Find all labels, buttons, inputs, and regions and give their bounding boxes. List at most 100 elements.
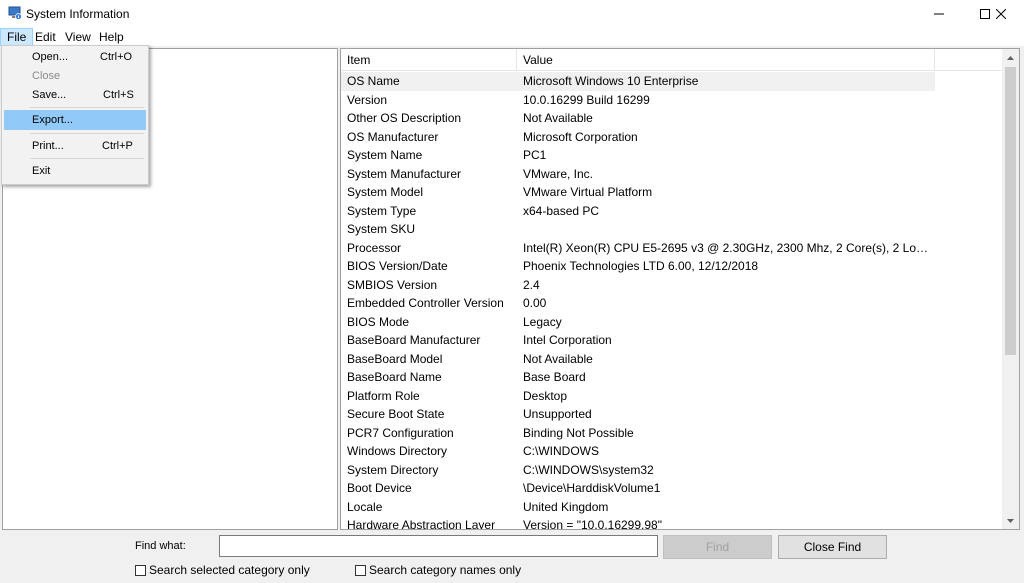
row-value-cell: Desktop [523, 388, 568, 403]
table-row[interactable]: Version 10.0.16299 Build 16299 [341, 91, 1005, 110]
menu-item-save[interactable]: Save... Ctrl+S [4, 85, 146, 105]
row-value-cell: 2.4 [523, 277, 540, 292]
table-row[interactable]: System SKU [341, 220, 1005, 239]
menu-item-print[interactable]: Print... Ctrl+P [4, 136, 146, 156]
row-value-cell: VMware Virtual Platform [523, 185, 653, 199]
checkbox-box[interactable] [355, 564, 366, 576]
row-value-cell: Not Available [523, 351, 593, 366]
menu-separator [30, 158, 144, 159]
row-item-cell: Secure Boot State [347, 407, 445, 421]
find-what-input[interactable] [219, 535, 658, 557]
column-header-item[interactable]: Item [341, 49, 517, 71]
row-item-cell: SMBIOS Version [347, 277, 438, 292]
table-row[interactable]: Locale United Kingdom [341, 498, 1005, 517]
file-menu-dropdown: Open... Ctrl+O Close Save... Ctrl+S Expo… [1, 45, 149, 185]
menu-item-open[interactable]: Open... Ctrl+O [4, 47, 146, 67]
row-item-cell: System Directory [347, 462, 439, 477]
row-item-cell: Platform Role [347, 388, 420, 403]
row-value-cell: C:\WINDOWS\system32 [523, 462, 654, 477]
menu-item-exit[interactable]: Exit [4, 161, 146, 181]
table-row[interactable]: Hardware Abstraction Layer Version = "10.… [341, 516, 1005, 530]
column-header-value[interactable]: Value [517, 49, 935, 71]
vertical-scrollbar[interactable] [1002, 49, 1019, 529]
row-item-cell: Processor [347, 240, 402, 255]
row-item-cell: Locale [347, 499, 383, 514]
search-category-names-label: Search category names only [369, 563, 522, 577]
row-value-cell: Unsupported [523, 407, 592, 421]
row-item-cell: System Model [347, 185, 424, 199]
row-item-cell: PCR7 Configuration [347, 425, 454, 440]
scrollbar-thumb[interactable] [1005, 67, 1016, 355]
row-value-cell: PC1 [523, 148, 547, 162]
table-row[interactable]: PCR7 Configuration Binding Not Possible [341, 424, 1005, 443]
row-value-cell: Intel(R) Xeon(R) CPU E5-2695 v3 @ 2.30GH… [523, 240, 933, 255]
row-item-cell: System Name [347, 148, 423, 162]
row-item-cell: BIOS Mode [347, 314, 410, 329]
table-row[interactable]: Boot Device \Device\HarddiskVolume1 [341, 479, 1005, 498]
menu-separator [30, 133, 144, 134]
list-header: Item Value [341, 49, 1005, 71]
table-row[interactable]: System Type x64-based PC [341, 202, 1005, 221]
menu-bar: File Edit View Help [0, 28, 1024, 46]
row-item-cell: System Type [347, 203, 417, 218]
table-row[interactable]: BaseBoard Name Base Board [341, 368, 1005, 387]
table-row[interactable]: Other OS Description Not Available [341, 109, 1005, 128]
row-item-cell: System Manufacturer [347, 166, 462, 181]
row-item-cell: BaseBoard Name [347, 370, 442, 384]
row-value-cell: 10.0.16299 Build 16299 [523, 92, 650, 107]
table-row[interactable]: Embedded Controller Version 0.00 [341, 294, 1005, 313]
row-item-cell: BIOS Version/Date [347, 259, 448, 273]
menu-item-export[interactable]: Export... [4, 110, 146, 130]
checkbox-box[interactable] [135, 564, 146, 576]
table-row[interactable]: Secure Boot State Unsupported [341, 405, 1005, 424]
title-bar: System Information [0, 0, 1024, 28]
table-row[interactable]: SMBIOS Version 2.4 [341, 276, 1005, 295]
table-row[interactable]: BaseBoard Manufacturer Intel Corporation [341, 331, 1005, 350]
menu-help[interactable]: Help [92, 28, 131, 46]
menu-item-close[interactable]: Close [4, 66, 146, 86]
table-row[interactable]: BaseBoard Model Not Available [341, 350, 1005, 369]
row-value-cell: Not Available [523, 111, 593, 125]
find-button[interactable]: Find [663, 535, 772, 559]
window-title: System Information [26, 7, 130, 21]
close-find-button[interactable]: Close Find [778, 535, 887, 559]
table-row[interactable]: BIOS Mode Legacy [341, 313, 1005, 332]
row-item-cell: Windows Directory [347, 444, 448, 458]
row-value-cell: 0.00 [523, 296, 547, 310]
row-value-cell: Base Board [523, 370, 586, 384]
row-value-cell: Microsoft Windows 10 Enterprise [523, 74, 699, 88]
table-row[interactable]: System Directory C:\WINDOWS\system32 [341, 461, 1005, 480]
scroll-up-arrow-icon[interactable] [1002, 49, 1019, 66]
list-rows: OS Name Microsoft Windows 10 Enterprise Ve… [341, 72, 1005, 530]
table-row[interactable]: Windows Directory C:\WINDOWS [341, 442, 1005, 461]
table-row[interactable]: System Name PC1 [341, 146, 1005, 165]
system-information-icon [8, 6, 22, 20]
row-value-cell: \Device\HarddiskVolume1 [523, 481, 661, 495]
search-selected-category-label: Search selected category only [149, 563, 310, 577]
table-row[interactable]: Platform Role Desktop [341, 387, 1005, 406]
row-item-cell: Hardware Abstraction Layer [347, 518, 496, 530]
table-row[interactable]: OS Name Microsoft Windows 10 Enterprise [341, 72, 935, 91]
table-row[interactable]: OS Manufacturer Microsoft Corporation [341, 128, 1005, 147]
close-button[interactable] [978, 0, 1024, 28]
row-value-cell: Microsoft Corporation [523, 129, 638, 144]
search-selected-category-checkbox[interactable]: Search selected category only [135, 563, 310, 577]
row-item-cell: OS Manufacturer [347, 129, 439, 144]
table-row[interactable]: System Manufacturer VMware, Inc. [341, 165, 1005, 184]
table-row[interactable]: Processor Intel(R) Xeon(R) CPU E5-2695 v3… [341, 239, 1005, 258]
row-value-cell: United Kingdom [523, 499, 609, 514]
row-value-cell: C:\WINDOWS [523, 444, 599, 458]
row-value-cell: Intel Corporation [523, 333, 612, 347]
row-item-cell: Version [347, 92, 388, 107]
row-item-cell: System SKU [347, 222, 416, 236]
details-list[interactable]: Item Value OS Name Microsoft Windows 10 E… [340, 48, 1020, 530]
table-row[interactable]: System Model VMware Virtual Platform [341, 183, 1005, 202]
minimize-button[interactable] [916, 0, 962, 28]
table-row[interactable]: BIOS Version/Date Phoenix Technologies LT… [341, 257, 1005, 276]
row-item-cell: Other OS Description [347, 111, 462, 125]
row-item-cell: OS Name [347, 74, 400, 88]
row-item-cell: Boot Device [347, 481, 412, 495]
scroll-down-arrow-icon[interactable] [1002, 512, 1019, 529]
find-what-label: Find what: [135, 540, 186, 552]
search-category-names-checkbox[interactable]: Search category names only [355, 563, 521, 577]
